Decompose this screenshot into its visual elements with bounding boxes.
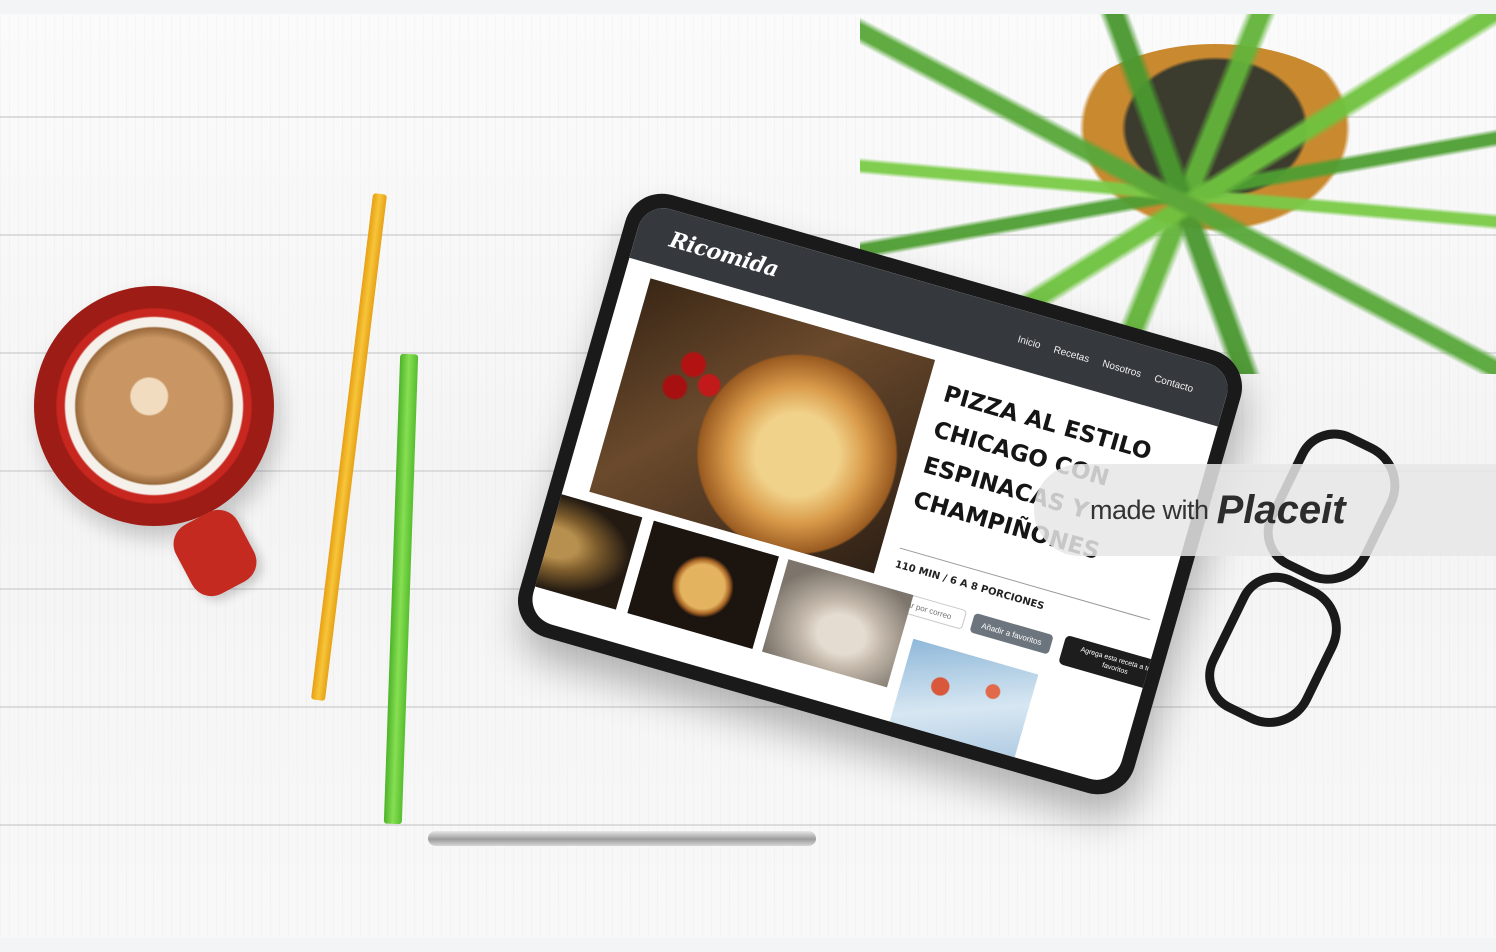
nav-link-recetas[interactable]: Recetas — [1052, 344, 1090, 365]
glasses-lens — [1191, 559, 1357, 743]
nav-link-contacto[interactable]: Contacto — [1153, 373, 1195, 395]
green-pencil — [383, 353, 419, 825]
placeit-logo: Placeit — [1216, 487, 1346, 532]
nav-link-inicio[interactable]: Inicio — [1016, 334, 1041, 351]
placeit-watermark: made with Placeit — [1034, 464, 1496, 556]
favorites-tooltip: Agrega esta receta a tus favoritos — [1058, 634, 1175, 695]
yellow-pencil — [310, 193, 388, 701]
site-brand[interactable]: Ricomida — [666, 227, 781, 283]
dough-thumbnail[interactable] — [761, 559, 914, 688]
nav-link-nosotros[interactable]: Nosotros — [1101, 358, 1142, 380]
watermark-text: made with — [1090, 494, 1209, 525]
pizza-thumbnail[interactable] — [627, 520, 779, 649]
silver-pen — [428, 831, 816, 846]
pepperoni-thumbnail[interactable] — [886, 638, 1039, 767]
coffee-mug — [34, 286, 274, 526]
add-to-favorites-button[interactable]: Añadir a favoritos — [969, 612, 1054, 655]
desk-scene: Ricomida Inicio Recetas Nosotros Contact… — [0, 14, 1496, 938]
nav-links: Inicio Recetas Nosotros Contacto — [1016, 334, 1194, 395]
